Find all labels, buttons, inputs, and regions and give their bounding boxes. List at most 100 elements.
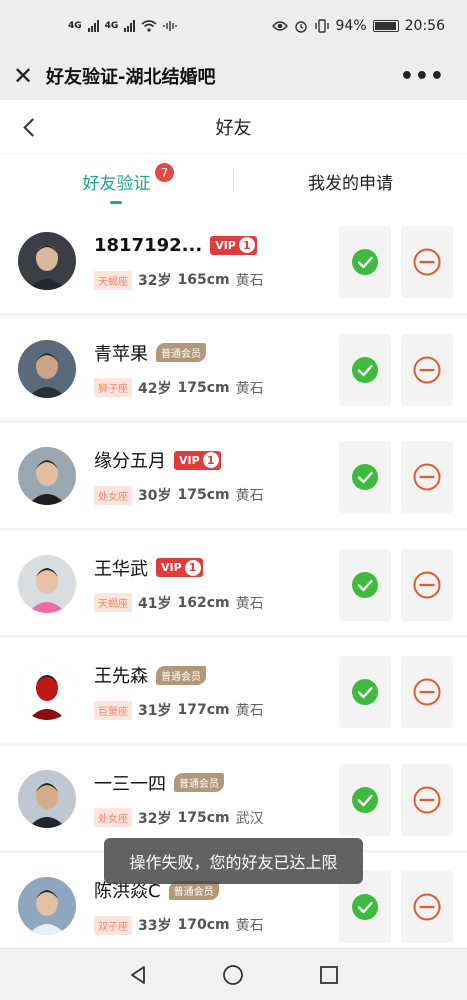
reject-button[interactable] bbox=[401, 226, 453, 298]
name-line: 王先森 普通会员 bbox=[94, 660, 206, 690]
height: 175cm bbox=[177, 809, 230, 826]
name-line: 1817192... VIP 1 bbox=[94, 230, 257, 260]
minus-circle-icon bbox=[413, 463, 441, 491]
minus-circle-icon bbox=[413, 248, 441, 276]
zodiac-tag: 双子座 bbox=[94, 915, 132, 935]
info-line: 处女座 30岁 175cm 黄石 bbox=[94, 485, 264, 505]
check-circle-icon bbox=[352, 786, 378, 813]
accept-button[interactable] bbox=[339, 763, 391, 836]
reject-button[interactable] bbox=[401, 763, 453, 836]
more-menu-icon[interactable]: ••• bbox=[400, 64, 445, 89]
avatar[interactable] bbox=[18, 232, 76, 290]
check-circle-icon bbox=[352, 356, 378, 383]
vip-badge: VIP 1 bbox=[156, 558, 203, 577]
system-nav-bar bbox=[0, 948, 467, 1000]
height: 175cm bbox=[177, 379, 230, 396]
page-header: 好友 bbox=[0, 100, 467, 154]
member-badge: 普通会员 bbox=[174, 773, 224, 792]
battery-icon bbox=[372, 20, 399, 32]
age: 32岁 bbox=[138, 810, 172, 827]
height: 162cm bbox=[177, 594, 230, 611]
reject-button[interactable] bbox=[401, 871, 453, 943]
miniprogram-bar: ✕ 好友验证-湖北结婚吧 ••• bbox=[0, 52, 467, 100]
city: 黄石 bbox=[235, 380, 264, 397]
status-left: 4G 4G bbox=[68, 20, 178, 32]
accept-button[interactable] bbox=[339, 548, 391, 621]
reject-button[interactable] bbox=[401, 656, 453, 728]
check-circle-icon bbox=[352, 571, 378, 598]
nav-recents-icon[interactable] bbox=[309, 955, 349, 995]
close-icon[interactable]: ✕ bbox=[0, 62, 46, 90]
vip-level: 1 bbox=[202, 452, 219, 468]
check-circle-icon bbox=[352, 894, 378, 920]
request-row[interactable]: 王先森 普通会员 巨蟹座 31岁 177cm 黄石 bbox=[0, 638, 467, 746]
avatar[interactable] bbox=[18, 447, 76, 505]
tab-label: 我发的申请 bbox=[308, 173, 393, 194]
request-row[interactable]: 王华武 VIP 1 天蝎座 41岁 162cm 黄石 bbox=[0, 530, 467, 638]
reject-button[interactable] bbox=[401, 333, 453, 406]
accept-button[interactable] bbox=[339, 226, 391, 298]
avatar[interactable] bbox=[18, 662, 76, 720]
height: 177cm bbox=[177, 702, 230, 718]
network-label-2: 4G bbox=[104, 21, 119, 31]
user-name: 缘分五月 bbox=[94, 451, 166, 472]
avatar[interactable] bbox=[18, 339, 76, 398]
status-bar: 4G 4G 94% 20:56 bbox=[0, 0, 467, 52]
zodiac-tag: 天蝎座 bbox=[94, 270, 132, 290]
back-arrow-icon[interactable] bbox=[18, 112, 42, 142]
tab-count-badge: 7 bbox=[155, 163, 174, 182]
zodiac-tag: 处女座 bbox=[94, 485, 132, 505]
minus-circle-icon bbox=[413, 678, 441, 706]
status-right: 94% 20:56 bbox=[271, 18, 445, 34]
tab-my-applications[interactable]: 我发的申请 bbox=[234, 154, 467, 208]
minus-circle-icon bbox=[413, 786, 441, 813]
avatar[interactable] bbox=[18, 554, 76, 613]
height: 165cm bbox=[177, 272, 230, 288]
tab-label: 好友验证 bbox=[82, 173, 151, 194]
info-line: 天蝎座 41岁 162cm 黄石 bbox=[94, 593, 264, 613]
vip-level: 1 bbox=[238, 237, 255, 253]
city: 黄石 bbox=[235, 595, 264, 612]
info-line: 天蝎座 32岁 165cm 黄石 bbox=[94, 270, 264, 290]
user-name: 1817192... bbox=[94, 234, 203, 256]
nav-back-icon[interactable] bbox=[118, 955, 158, 995]
alarm-icon bbox=[294, 21, 307, 33]
reject-button[interactable] bbox=[401, 548, 453, 621]
nav-home-icon[interactable] bbox=[213, 955, 253, 995]
vip-label: VIP bbox=[215, 238, 236, 252]
request-row[interactable]: 一三一四 普通会员 处女座 32岁 175cm 武汉 bbox=[0, 745, 467, 853]
member-badge: 普通会员 bbox=[156, 665, 206, 685]
accept-button[interactable] bbox=[339, 333, 391, 406]
user-name: 王先森 bbox=[94, 666, 148, 687]
request-row[interactable]: 缘分五月 VIP 1 处女座 30岁 175cm 黄石 bbox=[0, 423, 467, 531]
reject-button[interactable] bbox=[401, 441, 453, 513]
vip-badge: VIP 1 bbox=[210, 235, 257, 255]
minus-circle-icon bbox=[413, 571, 441, 598]
city: 黄石 bbox=[235, 918, 264, 934]
age: 30岁 bbox=[138, 488, 172, 504]
request-row[interactable]: 青苹果 普通会员 狮子座 42岁 175cm 黄石 bbox=[0, 315, 467, 423]
check-circle-icon bbox=[352, 679, 378, 705]
info-line: 处女座 32岁 175cm 武汉 bbox=[94, 808, 264, 828]
page-title: 好友 bbox=[215, 117, 252, 139]
signal-icon bbox=[87, 20, 99, 32]
request-row[interactable]: 1817192... VIP 1 天蝎座 32岁 165cm 黄石 bbox=[0, 208, 467, 316]
name-line: 青苹果 普通会员 bbox=[94, 338, 206, 368]
eye-icon bbox=[271, 21, 288, 31]
clock-time: 20:56 bbox=[404, 18, 445, 34]
user-name: 青苹果 bbox=[94, 343, 148, 365]
zodiac-tag: 处女座 bbox=[94, 808, 132, 827]
user-name: 王华武 bbox=[94, 558, 148, 580]
accept-button[interactable] bbox=[339, 441, 391, 513]
accept-button[interactable] bbox=[339, 656, 391, 728]
city: 黄石 bbox=[235, 273, 264, 289]
network-label-1: 4G bbox=[68, 21, 82, 31]
member-badge: 普通会员 bbox=[156, 343, 206, 362]
avatar[interactable] bbox=[18, 769, 76, 828]
info-line: 狮子座 42岁 175cm 黄石 bbox=[94, 378, 264, 398]
user-name: 一三一四 bbox=[94, 773, 166, 795]
avatar[interactable] bbox=[18, 877, 76, 935]
tab-friend-verification[interactable]: 好友验证 7 bbox=[0, 154, 233, 208]
vip-level: 1 bbox=[184, 559, 201, 576]
info-line: 双子座 33岁 170cm 黄石 bbox=[94, 915, 264, 935]
